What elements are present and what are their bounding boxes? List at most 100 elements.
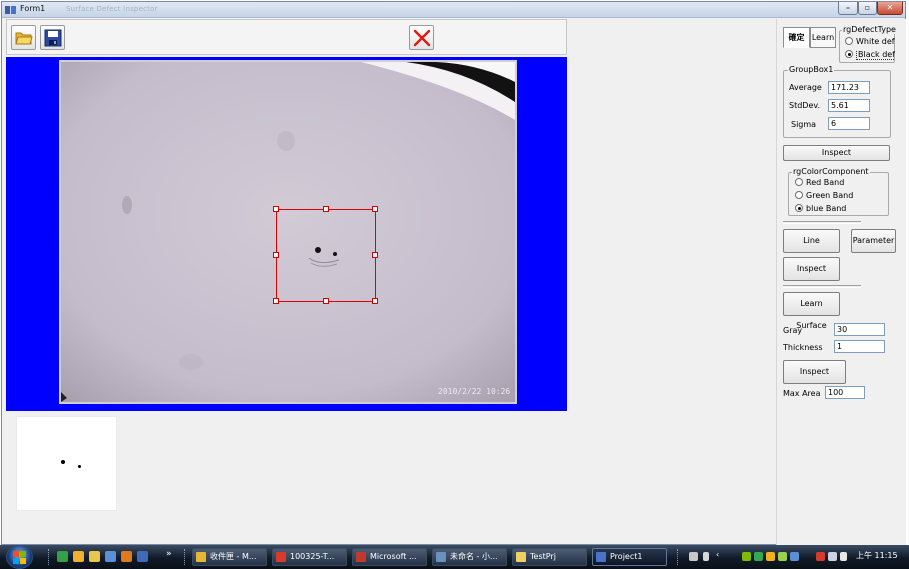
quicklaunch-desktop-icon[interactable]	[137, 551, 148, 562]
captured-image: 2010/2/22 10:26	[59, 60, 517, 404]
radio-red-band[interactable]: Red Band	[795, 178, 887, 189]
quicklaunch-messenger-icon[interactable]	[73, 551, 84, 562]
quicklaunch-ie-icon[interactable]	[57, 551, 68, 562]
clock[interactable]: 上午 11:15	[856, 550, 898, 561]
taskbar-item[interactable]: Microsoft ...	[352, 548, 427, 566]
taskbar-item[interactable]: 未命名 - 小...	[432, 548, 507, 566]
taskbar-item-label: 未命名 - 小...	[450, 552, 498, 561]
roi-rectangle[interactable]	[273, 206, 378, 304]
title-bar[interactable]: Form1 Surface Defect Inspector – ▫ ✕	[2, 2, 905, 18]
toolbar-grip[interactable]	[677, 549, 680, 565]
tray-app-icon[interactable]	[766, 552, 775, 561]
roi-handle[interactable]	[273, 206, 279, 212]
defect-type-group: rgDefectType White defe Black defe	[839, 25, 897, 63]
color-component-legend: rgColorComponent	[792, 167, 870, 176]
radio-circle	[795, 191, 803, 199]
radio-blue-band[interactable]: blue Band	[795, 204, 887, 215]
window-title-ghost: Surface Defect Inspector	[66, 5, 158, 13]
roi-handle[interactable]	[323, 206, 329, 212]
red-x-icon	[413, 29, 431, 47]
average-field[interactable]: 171.23	[828, 81, 870, 94]
radio-circle	[845, 37, 853, 45]
floppy-disk-icon	[44, 29, 62, 47]
tray-app-icon[interactable]	[790, 552, 799, 561]
radio-circle	[845, 50, 853, 58]
mail-icon	[196, 552, 206, 562]
tray-security-icon[interactable]	[816, 552, 825, 561]
tab-learn[interactable]: Learn	[810, 27, 836, 48]
toolbar-grip[interactable]	[184, 549, 187, 565]
roi-handle[interactable]	[273, 252, 279, 258]
radio-label: Black defe	[856, 50, 895, 60]
image-viewer[interactable]: 2010/2/22 10:26	[6, 57, 567, 411]
taskbar-item-label: 100325-T...	[290, 552, 335, 561]
main-window: Form1 Surface Defect Inspector – ▫ ✕ 201…	[1, 1, 906, 546]
line-button[interactable]: Line	[783, 229, 840, 253]
taskbar-item[interactable]: Project1	[592, 548, 667, 566]
tray-app-icon[interactable]	[742, 552, 751, 561]
stddev-field[interactable]: 5.61	[828, 99, 870, 112]
start-button[interactable]	[6, 545, 33, 569]
taskbar-item-label: 收件匣 - M...	[210, 552, 257, 561]
roi-handle[interactable]	[372, 252, 378, 258]
minimize-icon: –	[846, 3, 850, 12]
folder-open-icon	[15, 32, 33, 45]
taskbar: » 收件匣 - M... 100325-T... Microsoft ... 未…	[0, 545, 909, 569]
radio-white-defect[interactable]: White defe	[845, 37, 895, 48]
delete-button[interactable]	[409, 25, 434, 50]
roi-handle[interactable]	[273, 298, 279, 304]
keyboard-icon[interactable]	[689, 552, 698, 561]
quicklaunch-firefox-icon[interactable]	[121, 551, 132, 562]
tray-expand-icon[interactable]: ‹	[716, 550, 719, 559]
radio-circle	[795, 178, 803, 186]
taskbar-item[interactable]: 100325-T...	[272, 548, 347, 566]
color-component-group: rgColorComponent Red Band Green Band blu…	[788, 167, 889, 216]
radio-green-band[interactable]: Green Band	[795, 191, 887, 202]
inspect-button-3[interactable]: Inspect	[783, 360, 846, 384]
volume-icon[interactable]	[840, 552, 847, 561]
stddev-label: StdDev.	[789, 101, 821, 110]
max-area-label: Max Area	[783, 389, 821, 398]
separator	[783, 221, 861, 224]
radio-label: Green Band	[806, 191, 854, 200]
roi-handle[interactable]	[372, 206, 378, 212]
quicklaunch-folder-icon[interactable]	[89, 551, 100, 562]
app-icon	[5, 6, 16, 14]
inspect-button-2[interactable]: Inspect	[783, 257, 840, 281]
roi-handle[interactable]	[372, 298, 378, 304]
radio-label: blue Band	[806, 204, 847, 213]
control-panel: 確定 Learn rgDefectType White defe Black d…	[776, 19, 906, 546]
toolbar-grip[interactable]	[48, 549, 51, 565]
close-button[interactable]: ✕	[877, 2, 903, 15]
learn-surface-button[interactable]: Learn Surface	[783, 292, 840, 330]
roi-handle[interactable]	[323, 298, 329, 304]
open-button[interactable]	[11, 25, 36, 50]
parameter-button[interactable]: Parameter	[851, 229, 896, 253]
thickness-field[interactable]: 1	[834, 340, 885, 353]
quicklaunch-overflow-icon[interactable]: »	[166, 549, 172, 559]
tab-confirm[interactable]: 確定	[783, 27, 810, 48]
save-button[interactable]	[40, 25, 65, 50]
sigma-field[interactable]: 6	[828, 117, 870, 130]
inspect-button-1[interactable]: Inspect	[783, 145, 890, 161]
app-icon	[596, 552, 606, 562]
maximize-button[interactable]: ▫	[858, 2, 877, 15]
max-area-field[interactable]: 100	[825, 386, 865, 399]
office-icon	[356, 552, 366, 562]
tray-app-icon[interactable]	[754, 552, 763, 561]
statistics-group: GroupBox1 Average 171.23 StdDev. 5.61 Si…	[783, 65, 891, 138]
result-thumbnail	[16, 416, 117, 511]
minimize-button[interactable]: –	[838, 2, 858, 15]
maximize-icon: ▫	[864, 3, 871, 12]
defect-blob	[61, 460, 65, 464]
taskbar-item[interactable]: 收件匣 - M...	[192, 548, 267, 566]
help-icon[interactable]	[703, 552, 709, 561]
taskbar-item-label: Microsoft ...	[370, 552, 417, 561]
quicklaunch-media-icon[interactable]	[105, 551, 116, 562]
gray-field[interactable]: 30	[834, 323, 885, 336]
taskbar-item[interactable]: TestPrj	[512, 548, 587, 566]
tray-app-icon[interactable]	[778, 552, 787, 561]
sigma-label: Sigma	[791, 120, 817, 129]
network-icon[interactable]	[828, 552, 837, 561]
radio-black-defect[interactable]: Black defe	[845, 50, 895, 61]
